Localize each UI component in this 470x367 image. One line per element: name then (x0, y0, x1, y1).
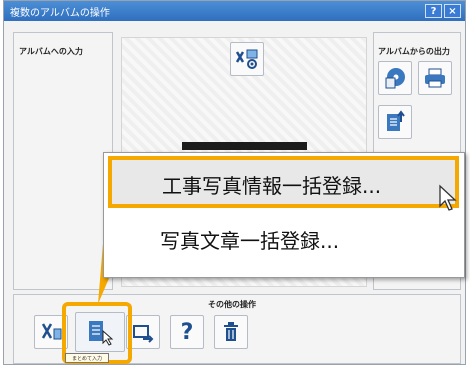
output-panel-label: アルバムからの出力 (378, 47, 450, 56)
tools-gear-icon (235, 49, 258, 69)
album-settings-button[interactable] (230, 42, 264, 76)
question-icon: ? (180, 319, 194, 345)
context-menu: 工事写真情報一括登録... 写真文章一括登録... (103, 152, 465, 278)
menu-item-construction-photo-info[interactable]: 工事写真情報一括登録... (108, 156, 459, 208)
printer-icon (425, 68, 445, 88)
export-document-button[interactable] (378, 105, 412, 139)
delete-button[interactable] (214, 315, 248, 349)
menu-item-photo-text[interactable]: 写真文章一括登録... (104, 211, 464, 263)
window-title: 複数のアルバムの操作 (10, 8, 110, 19)
other-panel-label: その他の操作 (208, 300, 256, 309)
album-strip (182, 142, 307, 150)
print-button[interactable] (418, 61, 452, 95)
input-panel: アルバムへの入力 (13, 32, 113, 290)
tools-icon (41, 323, 62, 340)
title-bar: 複数のアルバムの操作 ? × (4, 1, 465, 21)
close-button[interactable]: × (444, 4, 461, 18)
disc-export-icon (385, 68, 405, 89)
button-tooltip: まとめて入力 (65, 353, 109, 363)
trash-icon (224, 322, 238, 341)
mouse-cursor-icon (439, 184, 457, 211)
help-button[interactable]: ? (425, 4, 442, 18)
transfer-icon (133, 325, 154, 343)
help-operation-button[interactable]: ? (170, 315, 204, 349)
input-panel-label: アルバムへの入力 (19, 47, 83, 56)
export-disc-button[interactable] (378, 61, 412, 95)
document-export-icon (387, 110, 405, 131)
